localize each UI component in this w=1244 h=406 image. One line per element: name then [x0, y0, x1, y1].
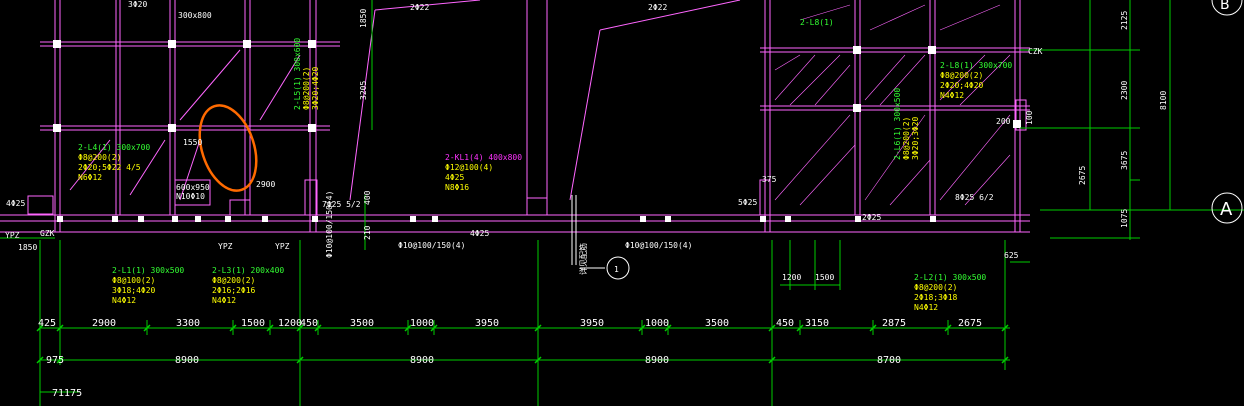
svg-text:2-L1(1) 300x500: 2-L1(1) 300x500 — [112, 266, 184, 275]
svg-text:2-L6(1) 300x500: 2-L6(1) 300x500 — [893, 88, 902, 160]
note-ypz-2: YPZ — [218, 242, 233, 251]
label-top-2phi22-a: 2Φ22 — [410, 3, 429, 12]
cad-drawing-canvas[interactable]: 3Φ20 300x800 2Φ22 2Φ22 2-L8(1) 1850 3205… — [0, 0, 1244, 406]
note-czk: CZK — [1028, 47, 1043, 56]
dim-1850-top: 1850 — [359, 9, 368, 28]
svg-text:1000: 1000 — [645, 318, 669, 329]
svg-text:Φ8@200(2): Φ8@200(2) — [902, 117, 911, 160]
dim-8100: 8100 — [1159, 91, 1168, 110]
svg-text:2-L2(1) 300x500: 2-L2(1) 300x500 — [914, 273, 986, 282]
note-2900: 2900 — [256, 180, 275, 189]
svg-text:3Φ20;4Φ20: 3Φ20;4Φ20 — [311, 66, 320, 110]
svg-text:1200: 1200 — [278, 318, 302, 329]
note-100: 100 — [1025, 110, 1034, 125]
svg-text:Φ12@100(4): Φ12@100(4) — [445, 163, 493, 172]
svg-text:2-L4(1) 300x700: 2-L4(1) 300x700 — [78, 143, 150, 152]
svg-text:2Φ20;4Φ20: 2Φ20;4Φ20 — [940, 81, 984, 90]
dim-625: 625 — [1004, 251, 1019, 260]
label-top-3phi20: 3Φ20 — [128, 0, 147, 9]
label-top-300x800: 300x800 — [178, 11, 212, 20]
svg-text:2Φ18;3Φ18: 2Φ18;3Φ18 — [914, 293, 958, 302]
svg-text:8900: 8900 — [175, 355, 199, 366]
svg-text:Φ8@200(2): Φ8@200(2) — [302, 67, 311, 110]
svg-text:2900: 2900 — [92, 318, 116, 329]
svg-text:N4Φ12: N4Φ12 — [112, 296, 136, 305]
note-4phi25-mid: 4Φ25 — [470, 229, 489, 238]
svg-text:425: 425 — [38, 318, 56, 329]
svg-text:4Φ25: 4Φ25 — [445, 173, 464, 182]
note-210: 210 — [363, 225, 372, 240]
note-ypz-3: YPZ — [275, 242, 290, 251]
svg-text:Φ8@200(2): Φ8@200(2) — [78, 153, 121, 162]
svg-text:Φ8@200(2): Φ8@200(2) — [940, 71, 983, 80]
svg-text:2Φ20;5Φ22 4/5: 2Φ20;5Φ22 4/5 — [78, 163, 141, 172]
svg-text:3950: 3950 — [580, 318, 604, 329]
dim-1075: 1075 — [1120, 209, 1129, 228]
svg-text:450: 450 — [300, 318, 318, 329]
svg-text:N8Φ16: N8Φ16 — [445, 183, 469, 192]
svg-text:3950: 3950 — [475, 318, 499, 329]
dim-1200-right: 1200 — [782, 273, 801, 282]
svg-text:8900: 8900 — [410, 355, 434, 366]
svg-text:3500: 3500 — [350, 318, 374, 329]
note-200: 200 — [996, 117, 1011, 126]
dimension-total: 71175 — [52, 388, 82, 399]
svg-text:1500: 1500 — [241, 318, 265, 329]
note-1550: 1550 — [183, 138, 202, 147]
svg-text:2Φ16;2Φ16: 2Φ16;2Φ16 — [212, 286, 256, 295]
grid-axis-label-a: A — [1220, 199, 1233, 220]
dim-3205: 3205 — [359, 81, 368, 100]
svg-text:2875: 2875 — [882, 318, 906, 329]
svg-text:3150: 3150 — [805, 318, 829, 329]
svg-text:2-KL1(4) 400x800: 2-KL1(4) 400x800 — [445, 153, 522, 162]
svg-text:N4Φ12: N4Φ12 — [212, 296, 236, 305]
dim-3675: 3675 — [1120, 151, 1129, 170]
dim-2125: 2125 — [1120, 11, 1129, 30]
svg-text:8700: 8700 — [877, 355, 901, 366]
svg-text:3Φ20;3Φ20: 3Φ20;3Φ20 — [911, 116, 920, 160]
svg-text:1000: 1000 — [410, 318, 434, 329]
note-600x950: 600x950 — [176, 183, 210, 192]
note-375: 375 — [762, 175, 777, 184]
note-stirrup-1: Φ10@100/150(4) — [398, 241, 465, 250]
section-number: 1 — [614, 265, 619, 274]
svg-text:450: 450 — [776, 318, 794, 329]
svg-text:Φ8@200(2): Φ8@200(2) — [914, 283, 957, 292]
svg-text:2-L5(1) 300x600: 2-L5(1) 300x600 — [293, 38, 302, 110]
label-l8-top: 2-L8(1) — [800, 18, 834, 27]
note-5phi25: 5Φ25 — [738, 198, 757, 207]
section-text: 详见配筋 — [578, 243, 588, 275]
svg-text:Φ8@200(2): Φ8@200(2) — [212, 276, 255, 285]
svg-text:2-L3(1) 200x400: 2-L3(1) 200x400 — [212, 266, 284, 275]
note-stirrup-3: Φ10@100/150(4) — [325, 191, 334, 258]
note-8phi25-right: 8Φ25 6/2 — [955, 193, 994, 202]
dim-2675-right: 2675 — [1078, 166, 1087, 185]
label-top-2phi22-b: 2Φ22 — [648, 3, 667, 12]
note-n10phi10: N10Φ10 — [176, 192, 205, 201]
svg-text:2675: 2675 — [958, 318, 982, 329]
dim-2300: 2300 — [1120, 81, 1129, 100]
note-left-4phi25: 4Φ25 — [6, 199, 25, 208]
svg-text:3300: 3300 — [176, 318, 200, 329]
note-400: 400 — [363, 190, 372, 205]
note-stirrup-2: Φ10@100/150(4) — [625, 241, 692, 250]
svg-text:N4Φ12: N4Φ12 — [914, 303, 938, 312]
svg-text:N6Φ12: N6Φ12 — [78, 173, 102, 182]
note-left-1850: 1850 — [18, 243, 37, 252]
svg-text:N4Φ12: N4Φ12 — [940, 91, 964, 100]
svg-text:3500: 3500 — [705, 318, 729, 329]
svg-text:Φ8@100(2): Φ8@100(2) — [112, 276, 155, 285]
note-gzk: GZK — [40, 229, 55, 238]
svg-text:8900: 8900 — [645, 355, 669, 366]
dim-1500-right: 1500 — [815, 273, 834, 282]
note-2phi25: 2Φ25 — [862, 213, 881, 222]
svg-text:2-L8(1) 300x700: 2-L8(1) 300x700 — [940, 61, 1012, 70]
note-ypz-1: YPZ — [5, 231, 20, 240]
svg-text:975: 975 — [46, 355, 64, 366]
grid-axis-label-b: B — [1220, 0, 1230, 13]
svg-text:3Φ18;4Φ20: 3Φ18;4Φ20 — [112, 286, 156, 295]
